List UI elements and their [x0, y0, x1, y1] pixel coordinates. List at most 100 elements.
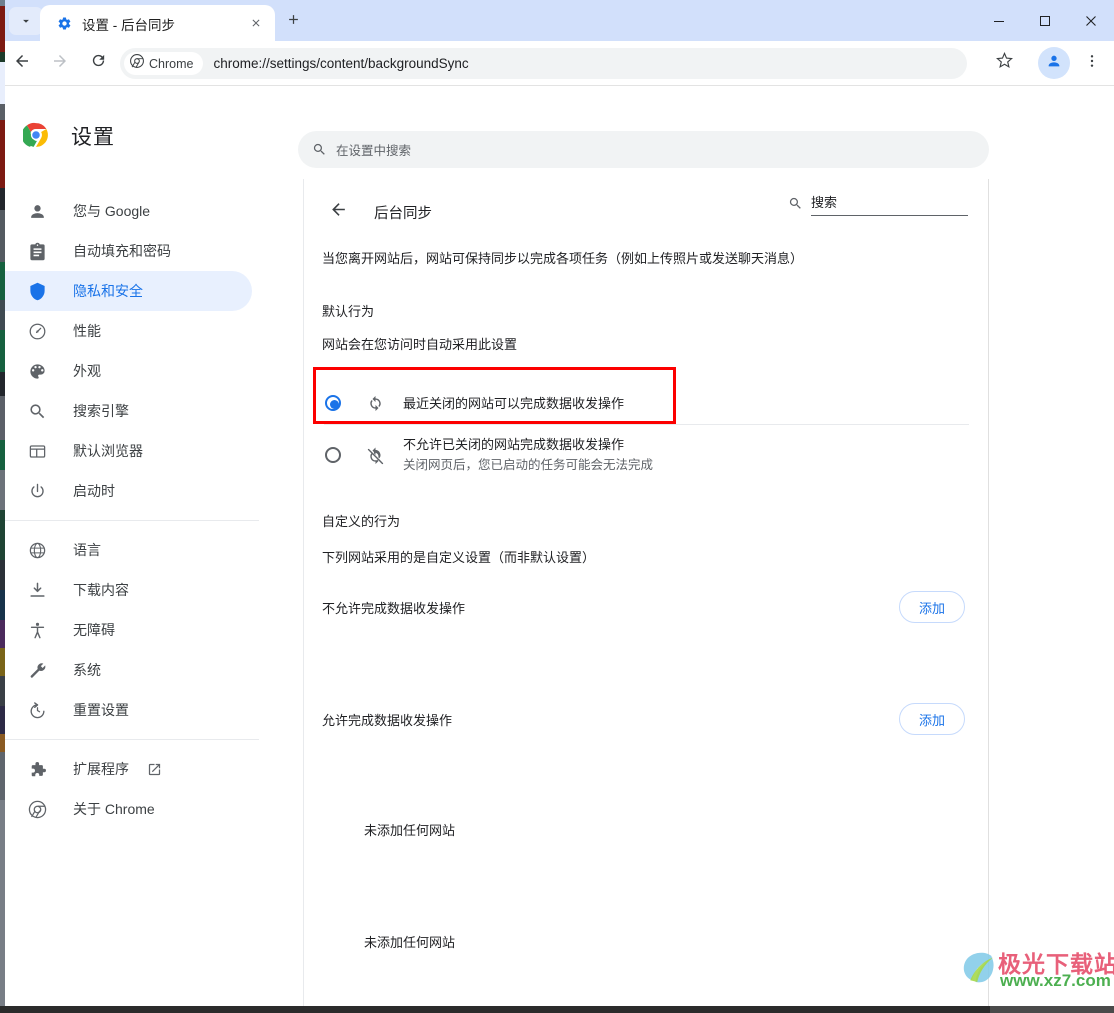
sidebar-item-label: 自动填充和密码	[73, 243, 171, 259]
shield-icon	[25, 279, 49, 303]
background-sync-description: 当您离开网站后，网站可保持同步以完成各项任务（例如上传照片或发送聊天消息）	[322, 251, 804, 266]
sidebar-divider	[5, 739, 259, 740]
bookmark-button[interactable]	[988, 47, 1020, 79]
radio-option-block-closed-sites[interactable]: 不允许已关闭的网站完成数据收发操作 关闭网页后，您已启动的任务可能会无法完成	[304, 435, 988, 475]
sidebar-item-label: 您与 Google	[73, 203, 151, 219]
sidebar-item-label: 性能	[73, 323, 101, 339]
permission-block-not-allowed: 不允许完成数据收发操作 添加	[304, 586, 988, 628]
content-search-line: 搜索	[811, 192, 968, 216]
sidebar-item-label: 系统	[73, 662, 101, 678]
taskbar	[0, 1006, 1114, 1013]
sidebar-item-about-chrome[interactable]: 关于 Chrome	[5, 789, 252, 829]
tab-search-button[interactable]	[9, 7, 43, 35]
tab-title: 设置 - 后台同步	[82, 18, 175, 33]
globe-icon	[25, 538, 49, 562]
default-behavior-heading: 默认行为	[322, 304, 375, 319]
address-bar[interactable]: Chrome chrome://settings/content/backgro…	[120, 48, 967, 79]
window-maximize-button[interactable]	[1022, 0, 1068, 41]
sidebar-item-label: 搜索引擎	[73, 403, 129, 419]
settings-gear-icon	[56, 15, 73, 32]
chrome-chip-label: Chrome	[149, 56, 194, 71]
avatar-icon	[1046, 53, 1062, 74]
sidebar-item-accessibility[interactable]: 无障碍	[5, 610, 252, 650]
back-button[interactable]	[6, 47, 38, 79]
arrow-back-icon	[329, 200, 348, 224]
radio-option-allow-recent-sites[interactable]: 最近关闭的网站可以完成数据收发操作	[304, 382, 988, 424]
radio-button-selected[interactable]	[324, 394, 344, 414]
window-minimize-button[interactable]	[976, 0, 1022, 41]
content-right-gutter	[989, 179, 1114, 1006]
add-site-button-allowed[interactable]: 添加	[899, 703, 965, 735]
content-search-input[interactable]: 搜索	[788, 192, 968, 216]
sidebar-item-you-and-google[interactable]: 您与 Google	[5, 191, 252, 231]
sidebar-item-languages[interactable]: 语言	[5, 530, 252, 570]
plus-icon	[286, 12, 301, 32]
radio-divider	[324, 424, 969, 425]
arrow-back-icon	[13, 52, 31, 75]
reload-button[interactable]	[82, 47, 114, 79]
settings-search-input[interactable]: 在设置中搜索	[298, 131, 989, 168]
settings-content: 后台同步 搜索 当您离开网站后，网站可保持同步以完成各项任务（例如上传照片或发送…	[304, 179, 989, 1006]
background-window-edge	[0, 0, 5, 1006]
custom-behavior-heading: 自定义的行为	[322, 514, 401, 529]
sidebar-item-appearance[interactable]: 外观	[5, 351, 252, 391]
wrench-icon	[25, 658, 49, 682]
performance-icon	[25, 319, 49, 343]
forward-button	[44, 47, 76, 79]
puzzle-icon	[25, 757, 49, 781]
permission-block-allowed: 允许完成数据收发操作 添加	[304, 698, 988, 740]
permission-block-label: 不允许完成数据收发操作	[322, 600, 466, 616]
tab-close-button[interactable]	[247, 14, 265, 32]
restore-icon	[25, 698, 49, 722]
radio-option-text-group: 不允许已关闭的网站完成数据收发操作 关闭网页后，您已启动的任务可能会无法完成	[403, 435, 653, 475]
window-close-button[interactable]	[1068, 0, 1114, 41]
sidebar-item-performance[interactable]: 性能	[5, 311, 252, 351]
custom-behavior-subheading: 下列网站采用的是自定义设置（而非默认设置）	[322, 550, 596, 565]
settings-sidebar: 您与 Google 自动填充和密码 隐私和安全 性能 外观 搜索引擎 默认浏览器…	[5, 179, 304, 1006]
radio-option-text-group: 最近关闭的网站可以完成数据收发操作	[403, 394, 624, 413]
sidebar-item-label: 语言	[73, 542, 101, 558]
radio-option-label: 不允许已关闭的网站完成数据收发操作	[403, 437, 625, 452]
chrome-logo-icon	[25, 797, 49, 821]
sidebar-item-default-browser[interactable]: 默认浏览器	[5, 431, 252, 471]
permission-block-label: 允许完成数据收发操作	[322, 712, 453, 728]
sidebar-item-privacy-and-security[interactable]: 隐私和安全	[5, 271, 252, 311]
sidebar-item-reset-settings[interactable]: 重置设置	[5, 690, 252, 730]
browser-icon	[25, 439, 49, 463]
tab-strip: 设置 - 后台同步	[0, 0, 1114, 41]
sidebar-item-label: 启动时	[73, 483, 115, 499]
browser-tab[interactable]: 设置 - 后台同步	[40, 5, 275, 41]
profile-button[interactable]	[1038, 47, 1070, 79]
search-icon	[312, 142, 327, 157]
address-bar-url: chrome://settings/content/backgroundSync	[213, 56, 469, 71]
autofill-icon	[25, 239, 49, 263]
radio-option-label: 最近关闭的网站可以完成数据收发操作	[403, 395, 625, 411]
sidebar-item-label: 关于 Chrome	[73, 801, 155, 817]
sidebar-item-extensions[interactable]: 扩展程序	[5, 749, 252, 789]
browser-toolbar: Chrome chrome://settings/content/backgro…	[0, 41, 1114, 86]
palette-icon	[25, 359, 49, 383]
search-icon	[788, 196, 803, 216]
sidebar-item-search-engine[interactable]: 搜索引擎	[5, 391, 252, 431]
sync-disabled-icon	[364, 445, 386, 467]
add-site-button-not-allowed[interactable]: 添加	[899, 591, 965, 623]
new-tab-button[interactable]	[280, 9, 306, 35]
download-icon	[25, 578, 49, 602]
sidebar-item-on-startup[interactable]: 启动时	[5, 471, 252, 511]
more-vertical-icon	[1084, 53, 1100, 74]
sidebar-item-label: 扩展程序	[73, 761, 129, 777]
chrome-logo-icon	[130, 54, 144, 73]
taskbar-active-item	[990, 1006, 1114, 1013]
content-search-placeholder: 搜索	[811, 195, 838, 210]
sidebar-item-downloads[interactable]: 下载内容	[5, 570, 252, 610]
subpage-back-button[interactable]	[322, 196, 354, 228]
radio-button-unselected[interactable]	[324, 446, 344, 466]
sidebar-item-autofill[interactable]: 自动填充和密码	[5, 231, 252, 271]
chevron-down-icon	[19, 14, 33, 28]
arrow-forward-icon	[51, 52, 69, 75]
chrome-menu-button[interactable]	[1076, 47, 1108, 79]
empty-sites-note-allowed: 未添加任何网站	[364, 935, 456, 950]
sidebar-divider	[5, 520, 259, 521]
chrome-logo-icon	[21, 122, 49, 148]
sidebar-item-system[interactable]: 系统	[5, 650, 252, 690]
